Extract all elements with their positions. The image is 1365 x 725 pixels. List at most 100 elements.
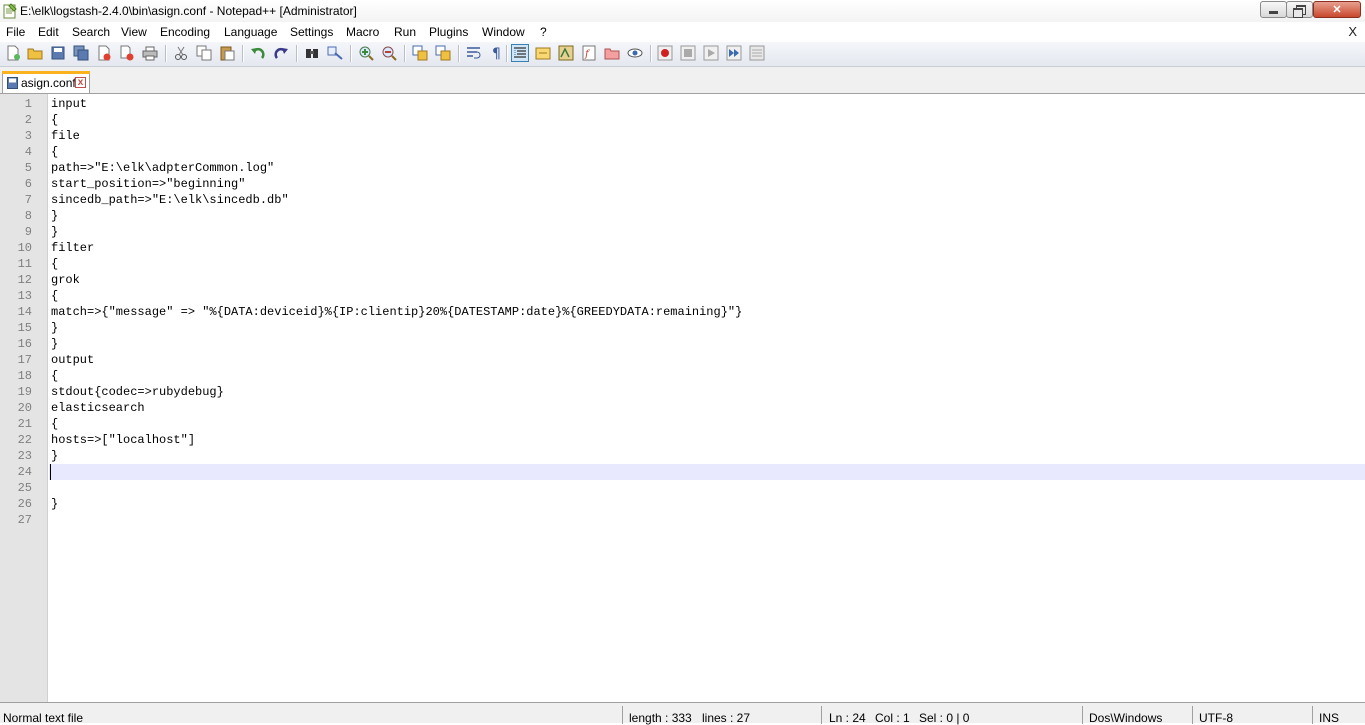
show-all-chars-icon[interactable]: ¶: [489, 45, 505, 61]
menu-search[interactable]: Search: [72, 25, 110, 39]
save-icon[interactable]: [50, 45, 66, 61]
close-window-button[interactable]: ✕: [1313, 1, 1361, 18]
code-area[interactable]: input{file{path=>"E:\elk\adpterCommon.lo…: [49, 94, 1365, 702]
status-divider: [622, 706, 623, 724]
line-number: 9: [24, 225, 32, 239]
redo-icon[interactable]: [273, 45, 289, 61]
code-line[interactable]: {: [51, 368, 1365, 384]
code-line[interactable]: }: [51, 448, 1365, 464]
toolbar-separator: [296, 45, 297, 62]
menu-encoding[interactable]: Encoding: [160, 25, 210, 39]
title-bar: E:\elk\logstash-2.4.0\bin\asign.conf - N…: [0, 0, 1365, 22]
new-file-icon[interactable]: [5, 45, 21, 61]
code-line[interactable]: {: [51, 112, 1365, 128]
line-number: 15: [17, 321, 32, 335]
sync-horizontal-icon[interactable]: [435, 45, 451, 61]
open-file-icon[interactable]: [27, 45, 43, 61]
run-macro-multiple-icon[interactable]: [726, 45, 742, 61]
editor[interactable]: 1 2 3 4 5 6 7 8 9 10 11 12 13 14 15 16 17 18 19 20 21 22 23 24 2…: [0, 94, 1365, 702]
line-number: 3: [24, 129, 32, 143]
toolbar-separator: [350, 45, 351, 62]
close-all-icon[interactable]: [119, 45, 135, 61]
code-line[interactable]: [51, 464, 1365, 480]
active-tab-accent: [2, 71, 90, 74]
undo-icon[interactable]: [250, 45, 266, 61]
code-line[interactable]: }: [51, 496, 1365, 512]
tab-asign-conf[interactable]: asign.conf x: [2, 71, 90, 93]
code-line[interactable]: {: [51, 256, 1365, 272]
line-number: 27: [17, 513, 32, 527]
status-bar: Normal text file length : 333 lines : 27…: [0, 702, 1365, 725]
code-line[interactable]: [51, 480, 1365, 496]
code-line[interactable]: output: [51, 352, 1365, 368]
minimize-button[interactable]: [1260, 1, 1287, 18]
line-number: 17: [17, 353, 32, 367]
code-line[interactable]: }: [51, 208, 1365, 224]
document-map-icon[interactable]: [558, 45, 574, 61]
toolbar-separator: [242, 45, 243, 62]
line-number: 16: [17, 337, 32, 351]
close-file-icon[interactable]: [96, 45, 112, 61]
user-defined-language-icon[interactable]: [535, 45, 551, 61]
play-macro-icon[interactable]: [703, 45, 719, 61]
folder-as-workspace-icon[interactable]: [604, 45, 620, 61]
maximize-button[interactable]: [1286, 1, 1313, 18]
copy-icon[interactable]: [196, 45, 212, 61]
sync-vertical-icon[interactable]: [412, 45, 428, 61]
function-list-icon[interactable]: f: [581, 45, 597, 61]
code-line[interactable]: filter: [51, 240, 1365, 256]
line-number: 1: [24, 97, 32, 111]
stop-macro-icon[interactable]: [680, 45, 696, 61]
code-line[interactable]: path=>"E:\elk\adpterCommon.log": [51, 160, 1365, 176]
code-line[interactable]: {: [51, 416, 1365, 432]
code-line[interactable]: }: [51, 320, 1365, 336]
save-all-icon[interactable]: [73, 45, 89, 61]
code-line[interactable]: grok: [51, 272, 1365, 288]
zoom-out-icon[interactable]: [381, 45, 397, 61]
code-line[interactable]: {: [51, 288, 1365, 304]
print-icon[interactable]: [142, 45, 158, 61]
menu-window[interactable]: Window: [482, 25, 525, 39]
monitoring-icon[interactable]: [627, 45, 643, 61]
code-line[interactable]: }: [51, 224, 1365, 240]
code-line[interactable]: hosts=>["localhost"]: [51, 432, 1365, 448]
code-line[interactable]: file: [51, 128, 1365, 144]
code-line[interactable]: start_position=>"beginning": [51, 176, 1365, 192]
indent-guide-icon[interactable]: [511, 44, 529, 62]
menu-settings[interactable]: Settings: [290, 25, 333, 39]
line-number: 21: [17, 417, 32, 431]
code-line[interactable]: }: [51, 336, 1365, 352]
notepadpp-app-icon[interactable]: [3, 3, 17, 19]
replace-icon[interactable]: [327, 45, 343, 61]
code-line[interactable]: stdout{codec=>rubydebug}: [51, 384, 1365, 400]
menu-help[interactable]: ?: [540, 25, 547, 39]
toolbar-separator: [458, 45, 459, 62]
menu-language[interactable]: Language: [224, 25, 277, 39]
line-number: 13: [17, 289, 32, 303]
tab-bar: asign.conf x: [0, 67, 1365, 94]
toolbar-separator: [506, 45, 507, 62]
paste-icon[interactable]: [219, 45, 235, 61]
code-line[interactable]: elasticsearch: [51, 400, 1365, 416]
record-macro-icon[interactable]: [657, 45, 673, 61]
menu-macro[interactable]: Macro: [346, 25, 379, 39]
menu-file[interactable]: File: [6, 25, 25, 39]
cut-icon[interactable]: [173, 45, 189, 61]
close-document-button[interactable]: X: [1348, 24, 1357, 39]
code-line[interactable]: sincedb_path=>"E:\elk\sincedb.db": [51, 192, 1365, 208]
close-tab-icon[interactable]: x: [75, 77, 86, 88]
code-line[interactable]: match=>{"message" => "%{DATA:deviceid}%{…: [51, 304, 1365, 320]
menu-run[interactable]: Run: [394, 25, 416, 39]
menu-plugins[interactable]: Plugins: [429, 25, 468, 39]
line-number: 8: [24, 209, 32, 223]
save-macro-icon[interactable]: [749, 45, 765, 61]
code-line[interactable]: input: [51, 96, 1365, 112]
code-line[interactable]: {: [51, 144, 1365, 160]
menu-view[interactable]: View: [121, 25, 147, 39]
word-wrap-icon[interactable]: [466, 45, 482, 61]
find-icon[interactable]: [304, 45, 320, 61]
zoom-in-icon[interactable]: [358, 45, 374, 61]
menu-edit[interactable]: Edit: [38, 25, 59, 39]
line-number: 2: [24, 113, 32, 127]
code-line[interactable]: [51, 512, 1365, 528]
